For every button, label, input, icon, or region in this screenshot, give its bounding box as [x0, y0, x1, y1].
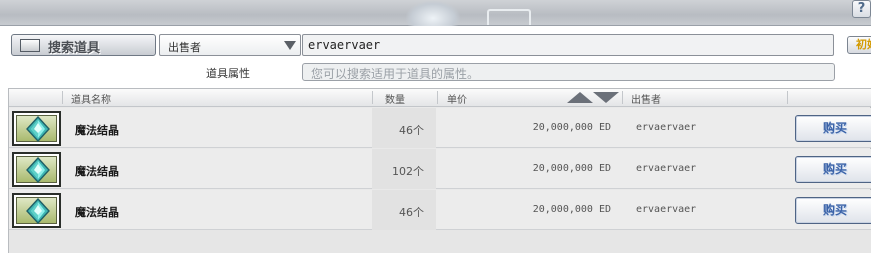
column-separator: [372, 91, 373, 104]
item-icon-frame[interactable]: [12, 111, 61, 146]
results-table: 道具名称 数量 单价 出售者 魔法结晶 46个 20,000,000 ED er…: [8, 88, 871, 253]
dropdown-arrow-icon[interactable]: [284, 41, 296, 50]
diamond-gem-icon: [26, 116, 50, 142]
item-seller: ervaervaer: [636, 163, 697, 174]
item-name: 魔法结晶: [75, 206, 119, 219]
diamond-gem-icon: [26, 157, 50, 183]
column-separator: [787, 91, 788, 104]
search-items-toggle[interactable]: 搜索道具: [11, 34, 156, 56]
item-seller: ervaervaer: [636, 204, 697, 215]
item-unit-price: 20,000,000 ED: [532, 204, 611, 215]
item-attribute-label: 道具属性: [206, 67, 250, 80]
search-panel: 搜索道具 出售者 ervaervaer 初始化 道具属性 您可以搜索适用于道具的…: [0, 26, 871, 88]
sort-ascending-icon[interactable]: [567, 92, 593, 103]
reset-button[interactable]: 初始化: [847, 36, 871, 54]
item-icon-background: [16, 197, 57, 224]
filter-selected-value: 出售者: [168, 41, 201, 54]
buy-button[interactable]: 购买: [795, 115, 871, 142]
item-unit-price: 20,000,000 ED: [532, 122, 611, 133]
table-header: 道具名称 数量 单价 出售者: [9, 89, 871, 107]
empty-table-row: [9, 230, 871, 253]
table-row[interactable]: 魔法结晶 102个 20,000,000 ED ervaervaer 购买: [9, 149, 871, 189]
seller-search-input[interactable]: ervaervaer: [302, 34, 834, 56]
column-separator: [62, 91, 63, 104]
table-row[interactable]: 魔法结晶 46个 20,000,000 ED ervaervaer 购买: [9, 108, 871, 148]
column-header-unit-price[interactable]: 单价: [447, 91, 467, 106]
table-row[interactable]: 魔法结晶 46个 20,000,000 ED ervaervaer 购买: [9, 190, 871, 230]
help-button[interactable]: ?: [852, 0, 871, 18]
buy-button[interactable]: 购买: [795, 156, 871, 183]
item-quantity: 46个: [399, 206, 424, 219]
column-header-quantity[interactable]: 数量: [385, 91, 405, 106]
column-separator: [622, 91, 623, 104]
search-items-label: 搜索道具: [48, 41, 101, 56]
sort-descending-icon[interactable]: [593, 92, 619, 103]
header-ornament: [405, 0, 461, 26]
buy-button[interactable]: 购买: [795, 197, 871, 224]
column-separator: [437, 91, 438, 104]
column-header-name[interactable]: 道具名称: [71, 91, 111, 106]
item-icon-frame[interactable]: [12, 152, 61, 187]
item-name: 魔法结晶: [75, 124, 119, 137]
checkbox-icon[interactable]: [20, 39, 40, 52]
item-attribute-input[interactable]: 您可以搜索适用于道具的属性。: [302, 63, 835, 81]
column-header-seller[interactable]: 出售者: [631, 91, 661, 106]
item-seller: ervaervaer: [636, 122, 697, 133]
search-filter-dropdown[interactable]: 出售者: [159, 34, 301, 56]
item-icon-frame[interactable]: [12, 193, 61, 228]
diamond-gem-icon: [26, 198, 50, 224]
item-quantity: 46个: [399, 124, 424, 137]
item-unit-price: 20,000,000 ED: [532, 163, 611, 174]
header-ornament-frame: [487, 9, 531, 25]
quantity-cell: 46个: [372, 108, 436, 148]
item-icon-background: [16, 156, 57, 183]
window-title-bar: ?: [0, 0, 871, 26]
quantity-cell: 46个: [372, 190, 436, 230]
quantity-cell: 102个: [372, 149, 436, 189]
item-name: 魔法结晶: [75, 165, 119, 178]
item-icon-background: [16, 115, 57, 142]
item-quantity: 102个: [392, 165, 424, 178]
